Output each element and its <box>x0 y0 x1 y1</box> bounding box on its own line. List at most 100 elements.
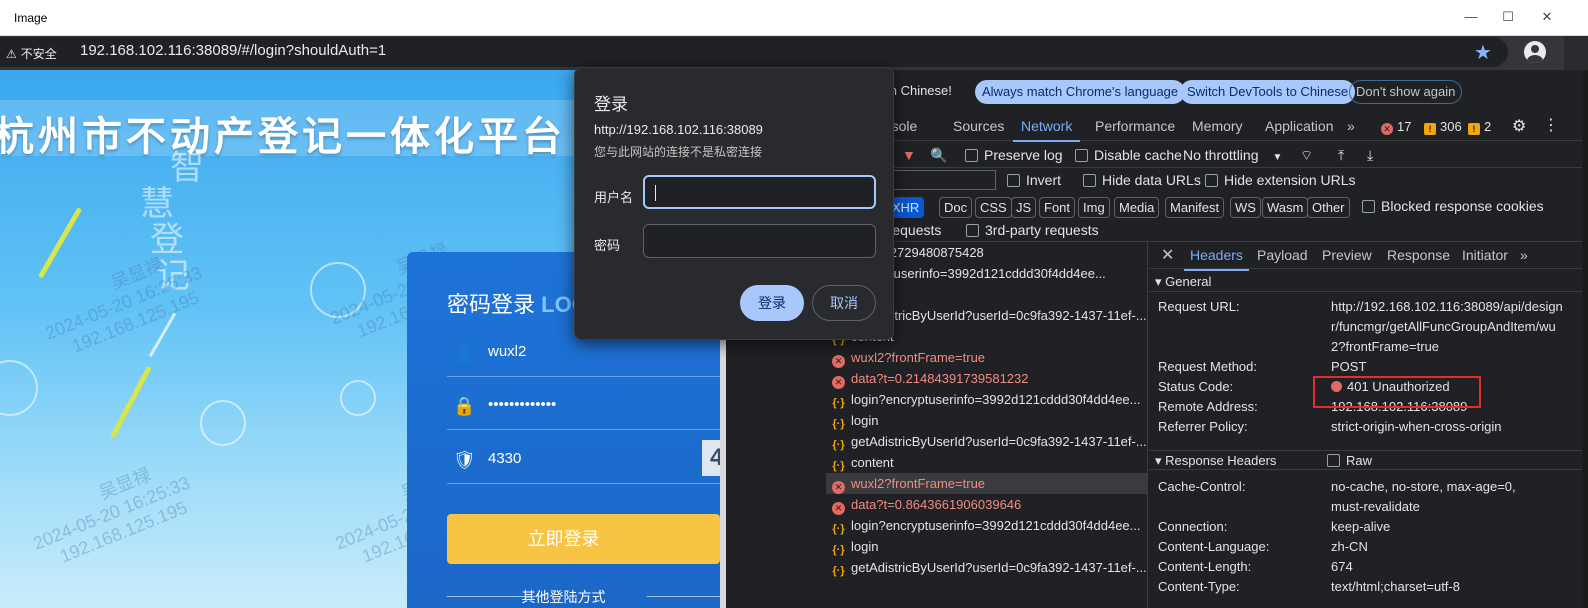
tab-performance[interactable]: Performance <box>1095 118 1175 134</box>
request-row[interactable]: ✕ data?t=0.8643661906039646 <box>826 494 1147 515</box>
tab-application[interactable]: Application <box>1265 118 1334 134</box>
request-row[interactable]: {·} getAdistricByUserId?userId=0c9fa392-1… <box>826 557 1147 578</box>
request-row[interactable]: {·} getAdistricByUserId?userId=0c9fa392-1… <box>826 431 1147 452</box>
error-icon: ✕ <box>832 355 845 368</box>
xhr-icon: {·} <box>832 565 845 577</box>
type-img[interactable]: Img <box>1078 197 1110 218</box>
dialog-cancel-button[interactable]: 取消 <box>812 285 876 321</box>
maximize-button[interactable]: ☐ <box>1493 6 1523 28</box>
switch-devtools-chinese-button[interactable]: Switch DevTools to Chinese <box>1180 80 1356 104</box>
tab-sources[interactable]: Sources <box>953 118 1004 134</box>
request-row[interactable]: {·} content <box>826 452 1147 473</box>
preserve-log-checkbox[interactable]: Preserve log <box>965 147 1063 163</box>
calligraphy-char: 慧 <box>140 184 174 224</box>
blocked-cookies-checkbox[interactable]: Blocked response cookies <box>1362 198 1544 214</box>
close-button[interactable]: ✕ <box>1532 6 1562 28</box>
minimize-button[interactable]: — <box>1456 6 1486 28</box>
header-value[interactable]: r/funcmgr/getAllFuncGroupAndItem/wu <box>1331 317 1556 337</box>
tab-headers[interactable]: Headers <box>1184 247 1249 271</box>
export-har-icon[interactable]: ⤓ <box>1367 147 1373 164</box>
bookmark-star-icon[interactable]: ★ <box>1474 40 1492 65</box>
hide-data-urls-label: Hide data URLs <box>1102 172 1201 188</box>
header-value[interactable]: zh-CN <box>1331 537 1368 557</box>
kebab-menu-icon[interactable]: ⋮ <box>1543 115 1559 135</box>
request-name: getAdistricByUserId?userId=0c9fa392-1437… <box>851 308 1147 323</box>
header-value[interactable]: http://192.168.102.116:38089/api/design <box>1331 297 1563 317</box>
dialog-login-button[interactable]: 登录 <box>740 285 804 321</box>
highlight-box <box>1313 376 1481 408</box>
invert-checkbox[interactable]: Invert <box>1007 172 1061 188</box>
request-row[interactable]: {·} login <box>826 536 1147 557</box>
tab-initiator[interactable]: Initiator <box>1462 247 1508 263</box>
type-ws[interactable]: WS <box>1230 197 1261 218</box>
header-value[interactable]: keep-alive <box>1331 517 1390 537</box>
response-headers-section-header[interactable]: ▾ Response Headers Raw <box>1149 450 1588 470</box>
raw-checkbox[interactable]: Raw <box>1327 451 1372 471</box>
seal-decoration <box>340 380 376 416</box>
header-value[interactable]: 2?frontFrame=true <box>1331 337 1439 357</box>
request-row[interactable]: {·} login?encryptuserinfo=3992d121cddd30f… <box>826 389 1147 410</box>
captcha-field[interactable]: 🛡 4330 433 <box>447 434 720 484</box>
throttling-select[interactable]: No throttling ▼ <box>1183 147 1282 163</box>
tab-response[interactable]: Response <box>1387 247 1450 263</box>
always-match-language-button[interactable]: Always match Chrome's language <box>975 80 1186 104</box>
xhr-icon: {·} <box>832 544 845 556</box>
dialog-username-input[interactable] <box>643 175 876 209</box>
tab-network[interactable]: Network <box>1012 118 1081 142</box>
type-font[interactable]: Font <box>1039 197 1076 218</box>
dialog-username-label: 用户名 <box>594 190 634 205</box>
captcha-image[interactable]: 433 <box>702 440 720 476</box>
request-row[interactable]: {·} login?encryptuserinfo=3992d121cddd30f… <box>826 515 1147 536</box>
more-tabs-chevron-icon[interactable]: » <box>1347 118 1355 134</box>
third-party-checkbox[interactable]: 3rd-party requests <box>966 222 1099 238</box>
request-name: login <box>851 413 879 428</box>
request-row[interactable]: ✕ data?t=0.21484391739581232 <box>826 368 1147 389</box>
url-text[interactable]: 192.168.102.116:38089/#/login?shouldAuth… <box>80 42 386 59</box>
omnibox[interactable]: ⚠ 不安全 192.168.102.116:38089/#/login?shoul… <box>0 37 1508 67</box>
header-value[interactable]: 674 <box>1331 557 1353 577</box>
type-wasm[interactable]: Wasm <box>1262 197 1309 218</box>
tab-payload[interactable]: Payload <box>1257 247 1308 263</box>
header-value[interactable]: no-cache, no-store, max-age=0, <box>1331 477 1516 497</box>
more-tabs-chevron-icon[interactable]: » <box>1520 247 1528 263</box>
type-js[interactable]: JS <box>1011 197 1037 218</box>
hide-data-urls-checkbox[interactable]: Hide data URLs <box>1083 172 1201 188</box>
type-css[interactable]: CSS <box>975 197 1012 218</box>
request-row[interactable]: ✕ wuxl2?frontFrame=true <box>826 347 1147 368</box>
error-count[interactable]: ✕ 17 <box>1381 119 1411 135</box>
type-manifest[interactable]: Manifest <box>1165 197 1225 218</box>
checkbox-box <box>965 149 978 162</box>
settings-gear-icon[interactable]: ⚙ <box>1512 116 1526 136</box>
general-section-header[interactable]: ▾ General <box>1149 272 1588 292</box>
header-value[interactable]: strict-origin-when-cross-origin <box>1331 417 1502 437</box>
password-value: ••••••••••••• <box>488 396 557 413</box>
filter-input[interactable] <box>886 170 996 190</box>
request-name: wuxl2?frontFrame=true <box>851 350 986 365</box>
request-name: data?t=0.8643661906039646 <box>851 497 1022 512</box>
profile-avatar-icon[interactable] <box>1524 41 1546 63</box>
tab-memory[interactable]: Memory <box>1192 118 1243 134</box>
issues-count[interactable]: ! 2 <box>1468 119 1491 135</box>
site-security-chip[interactable]: ⚠ 不安全 <box>6 45 57 62</box>
password-field[interactable]: 🔒 ••••••••••••• <box>447 380 720 430</box>
warning-count[interactable]: ! 306 <box>1424 119 1462 135</box>
dont-show-again-button[interactable]: Don't show again <box>1349 80 1463 104</box>
hide-extension-urls-checkbox[interactable]: Hide extension URLs <box>1205 172 1356 188</box>
type-doc[interactable]: Doc <box>939 197 973 218</box>
request-row[interactable]: {·} login <box>826 410 1147 431</box>
disable-cache-checkbox[interactable]: Disable cache <box>1075 147 1182 163</box>
header-value[interactable]: POST <box>1331 357 1366 377</box>
request-row[interactable]: ✕ wuxl2?frontFrame=true <box>826 473 1147 494</box>
network-conditions-icon[interactable]: ⌔ <box>1300 147 1313 165</box>
login-submit-button[interactable]: 立即登录 <box>447 514 720 564</box>
search-icon[interactable]: 🔍 <box>930 147 947 164</box>
header-value[interactable]: text/html;charset=utf-8 <box>1331 577 1460 597</box>
filter-icon[interactable]: ▼ <box>902 147 916 163</box>
type-other[interactable]: Other <box>1307 197 1350 218</box>
dialog-password-input[interactable] <box>643 224 876 258</box>
tab-preview[interactable]: Preview <box>1322 247 1372 263</box>
close-details-icon[interactable]: ✕ <box>1161 245 1174 265</box>
type-media[interactable]: Media <box>1114 197 1160 218</box>
header-value[interactable]: must-revalidate <box>1331 497 1420 517</box>
import-har-icon[interactable]: ⤒ <box>1338 147 1344 164</box>
